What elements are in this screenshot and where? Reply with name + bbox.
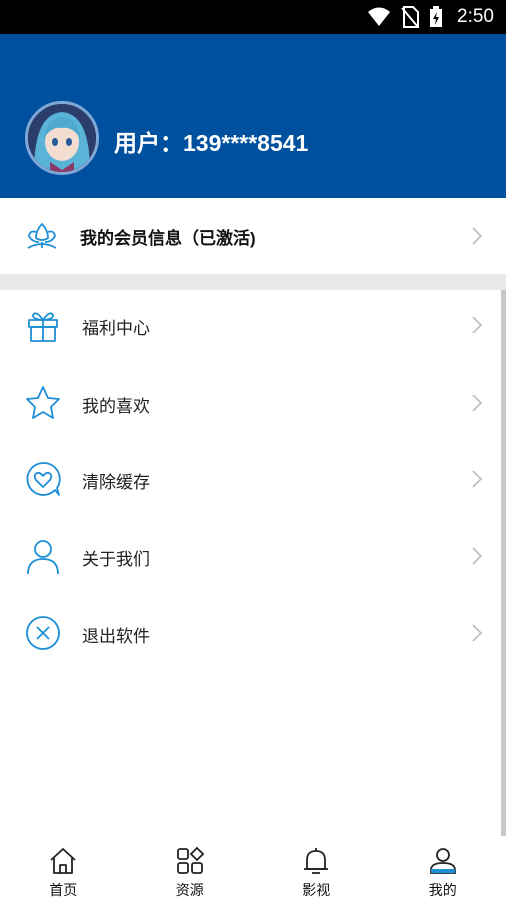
tab-label: 我的 (428, 882, 457, 898)
scrollbar[interactable] (501, 290, 506, 890)
home-icon (50, 848, 76, 874)
avatar[interactable] (25, 101, 99, 175)
tab-home[interactable]: 首页 (0, 836, 127, 900)
user-phone-label: 用户：139****8541 (114, 130, 309, 156)
tab-mine[interactable]: 我的 (380, 836, 506, 900)
chevron-right-icon (472, 624, 483, 642)
chevron-right-icon (472, 227, 483, 245)
member-info-label: 我的会员信息（已激活) (80, 229, 256, 248)
menu-item-favorites[interactable]: 我的喜欢 (0, 365, 506, 441)
star-icon (26, 386, 60, 419)
menu-item-label: 我的喜欢 (82, 397, 150, 416)
battery-charging-icon (430, 6, 443, 27)
menu-item-about[interactable]: 关于我们 (0, 518, 506, 594)
user-icon (429, 848, 456, 874)
tab-label: 资源 (175, 882, 204, 898)
tab-resources[interactable]: 资源 (127, 836, 254, 900)
chevron-right-icon (472, 316, 483, 334)
menu-item-label: 关于我们 (82, 550, 150, 569)
menu-item-exit[interactable]: 退出软件 (0, 595, 506, 671)
menu-item-label: 退出软件 (82, 627, 150, 646)
tab-label: 影视 (302, 882, 331, 898)
status-icons: 2:50 (367, 6, 494, 28)
status-time: 2:50 (457, 6, 494, 27)
bell-icon (304, 848, 328, 874)
close-circle-icon (26, 616, 60, 650)
menu-item-label: 清除缓存 (82, 473, 150, 492)
avatar-image (28, 104, 96, 172)
tab-videos[interactable]: 影视 (253, 836, 380, 900)
heart-bubble-icon (26, 462, 61, 496)
tab-label: 首页 (49, 882, 78, 898)
wifi-icon (368, 7, 391, 26)
status-bar: 2:50 (0, 0, 506, 34)
no-sim-icon (401, 6, 420, 28)
chevron-right-icon (472, 470, 483, 488)
chevron-right-icon (472, 394, 483, 412)
menu-item-label: 福利中心 (82, 319, 150, 338)
gift-icon (28, 312, 58, 342)
menu-item-clear-cache[interactable]: 清除缓存 (0, 441, 506, 517)
bottom-tab-bar: 首页 资源 影视 我的 (0, 836, 506, 900)
menu-item-welfare[interactable]: 福利中心 (0, 287, 506, 363)
member-info-row[interactable]: 我的会员信息（已激活) (0, 198, 506, 274)
chevron-right-icon (472, 547, 483, 565)
grid-icon (176, 846, 204, 874)
person-icon (27, 540, 59, 575)
profile-header: 用户：139****8541 (0, 34, 506, 198)
lotus-icon (27, 223, 57, 249)
